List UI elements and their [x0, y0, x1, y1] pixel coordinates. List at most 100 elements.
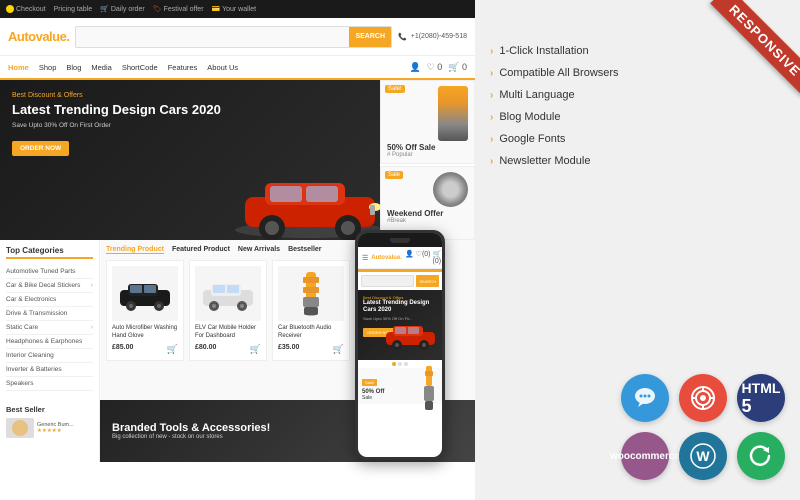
phone-logo: Autovalue. [371, 255, 402, 261]
side-card-2-sub: #Break [387, 218, 468, 224]
nav-shop[interactable]: Shop [39, 63, 57, 72]
branded-text: Branded Tools & Accessories! Big collect… [112, 422, 270, 440]
nav-blog[interactable]: Blog [66, 63, 81, 72]
side-card-2: Sale Weekend Offer #Break [380, 166, 475, 240]
topbar-checkout: Checkout [6, 5, 46, 13]
phone-hero: Best Discount & Offers Latest Trending D… [358, 290, 442, 360]
feature-label-1: 1-Click Installation [499, 45, 588, 57]
ribbon-text: RESPONSIVE [710, 0, 800, 95]
product-image-3 [278, 266, 344, 321]
right-panel: RESPONSIVE › 1-Click Installation › Comp… [475, 0, 800, 500]
sidebar-item[interactable]: Headphones & Earphones [6, 335, 93, 349]
dot-1 [392, 362, 396, 366]
nav-features[interactable]: Features [168, 63, 198, 72]
hero-main: Best Discount & Offers Latest Trending D… [0, 80, 380, 240]
product-image-2 [195, 266, 261, 321]
arrow-right-icon: › [91, 282, 93, 289]
site-header: Autovalue. SEARCH 📞 +1(2080)-459-518 [0, 18, 475, 56]
user-icon[interactable]: 👤 [409, 62, 420, 73]
chevron-right-icon: › [490, 90, 493, 101]
feature-item-5: › Google Fonts [490, 128, 780, 150]
add-to-cart-icon-1[interactable]: 🛒 [167, 344, 178, 355]
tech-icons-grid: HTML5 woocommerce W [621, 374, 785, 480]
nav-icons: 👤 ♡ 0 🛒 0 [409, 62, 467, 73]
nav-about[interactable]: About Us [207, 63, 238, 72]
hero-section: Best Discount & Offers Latest Trending D… [0, 80, 475, 240]
header-right: 📞 +1(2080)-459-518 [398, 33, 467, 41]
phone-hero-title: Latest Trending Design Cars 2020 [363, 300, 437, 314]
tab-bestseller[interactable]: Bestseller [288, 246, 321, 254]
sidebar-item[interactable]: Static Care › [6, 321, 93, 335]
nav-home[interactable]: Home [8, 63, 29, 72]
phone-heart-icon: ♡(0) [416, 250, 431, 265]
phone-search-input[interactable] [361, 275, 414, 287]
chevron-right-icon: › [490, 134, 493, 145]
cart-icon[interactable]: 🛒 0 [448, 62, 467, 73]
nav-media[interactable]: Media [91, 63, 111, 72]
sidebar-item[interactable]: Drive & Transmission [6, 307, 93, 321]
search-bar[interactable]: SEARCH [75, 26, 392, 48]
branded-title: Branded Tools & Accessories! [112, 422, 270, 434]
product-name-3: Car Bluetooth Audio Receiver [278, 325, 344, 341]
phone-screen: ☰ Autovalue. 👤 ♡(0) 🛒(0) SEARCH Best Dis… [358, 233, 442, 457]
topbar-icon [6, 5, 14, 13]
html5-icon-circle: HTML5 [737, 374, 785, 422]
sidebar-title: Top Categories [6, 246, 93, 259]
sidebar-item[interactable]: Car & Electronics [6, 293, 93, 307]
phone-header: ☰ Autovalue. 👤 ♡(0) 🛒(0) [358, 247, 442, 269]
feature-label-3: Multi Language [499, 89, 574, 101]
best-seller-info: Generic Bum... ★★★★★ [37, 422, 74, 434]
topbar-offer: 🏷 Festival offer [153, 5, 204, 13]
nav-shortcode[interactable]: ShortCode [122, 63, 158, 72]
side-card-2-title: Weekend Offer [387, 209, 468, 218]
phone-search-button[interactable]: SEARCH [416, 275, 439, 287]
sync-icon-circle [737, 432, 785, 480]
site-logo: Autovalue. [8, 29, 69, 44]
feature-label-2: Compatible All Browsers [499, 67, 618, 79]
tab-featured[interactable]: Featured Product [172, 246, 230, 254]
tab-new-arrivals[interactable]: New Arrivals [238, 246, 280, 254]
hero-badge: Best Discount & Offers [12, 92, 368, 99]
hero-order-btn[interactable]: ORDER NOW [12, 141, 69, 156]
phone-icon: 📞 [398, 33, 407, 41]
branded-sub: Big collection of new - stock on our sto… [112, 434, 270, 440]
side-card-1-title: 50% Off Sale [387, 143, 468, 152]
add-to-cart-icon-3[interactable]: 🛒 [333, 344, 344, 355]
product-card: Auto Microfiber Washing Hand Glove £85.0… [106, 260, 184, 361]
chevron-right-icon: › [490, 156, 493, 167]
search-input[interactable] [76, 27, 349, 47]
phone-sale-badge: Sale! [362, 379, 377, 386]
phone-menu-icon: ☰ [362, 254, 368, 262]
woocommerce-icon-circle: woocommerce [621, 432, 669, 480]
search-button[interactable]: SEARCH [349, 27, 391, 47]
chat-icon-circle [621, 374, 669, 422]
dot-3 [404, 362, 408, 366]
phone-user-icon: 👤 [405, 250, 414, 265]
responsive-ribbon: RESPONSIVE [680, 0, 800, 120]
wishlist-icon[interactable]: ♡ 0 [427, 62, 443, 73]
sidebar-item[interactable]: Automotive Tuned Parts [6, 265, 93, 279]
sale-badge-1: Sale! [385, 85, 405, 93]
sidebar-item[interactable]: Car & Bike Decal Stickers › [6, 279, 93, 293]
topbar-wallet: 💳 Your wallet [212, 5, 257, 13]
chevron-right-icon: › [490, 46, 493, 57]
sidebar-item[interactable]: Speakers [6, 377, 93, 391]
best-seller-title: Best Seller [6, 405, 93, 414]
product-card: ELV Car Mobile Holder For Dashboard £80.… [189, 260, 267, 361]
dot-2 [398, 362, 402, 366]
phone-header-icons: 👤 ♡(0) 🛒(0) [405, 250, 441, 265]
phone-car-image [383, 320, 438, 355]
feature-label-6: Newsletter Module [499, 155, 590, 167]
product-price-3: £35.00 🛒 [278, 344, 344, 351]
phone-sale-area: Sale! 50% Off Sale [358, 368, 442, 404]
tab-trending[interactable]: Trending Product [106, 246, 164, 254]
product-name-1: Auto Microfiber Washing Hand Glove [112, 325, 178, 341]
best-seller-image [6, 418, 34, 438]
side-card-1: Sale! 50% Off Sale # Popular [380, 80, 475, 164]
hero-title: Latest Trending Design Cars 2020 [12, 102, 368, 118]
html5-label: HTML5 [742, 380, 781, 417]
sidebar-item[interactable]: Inverter & Batteries [6, 363, 93, 377]
sidebar-item[interactable]: Interior Cleaning [6, 349, 93, 363]
add-to-cart-icon-2[interactable]: 🛒 [250, 344, 261, 355]
feature-label-5: Google Fonts [499, 133, 565, 145]
